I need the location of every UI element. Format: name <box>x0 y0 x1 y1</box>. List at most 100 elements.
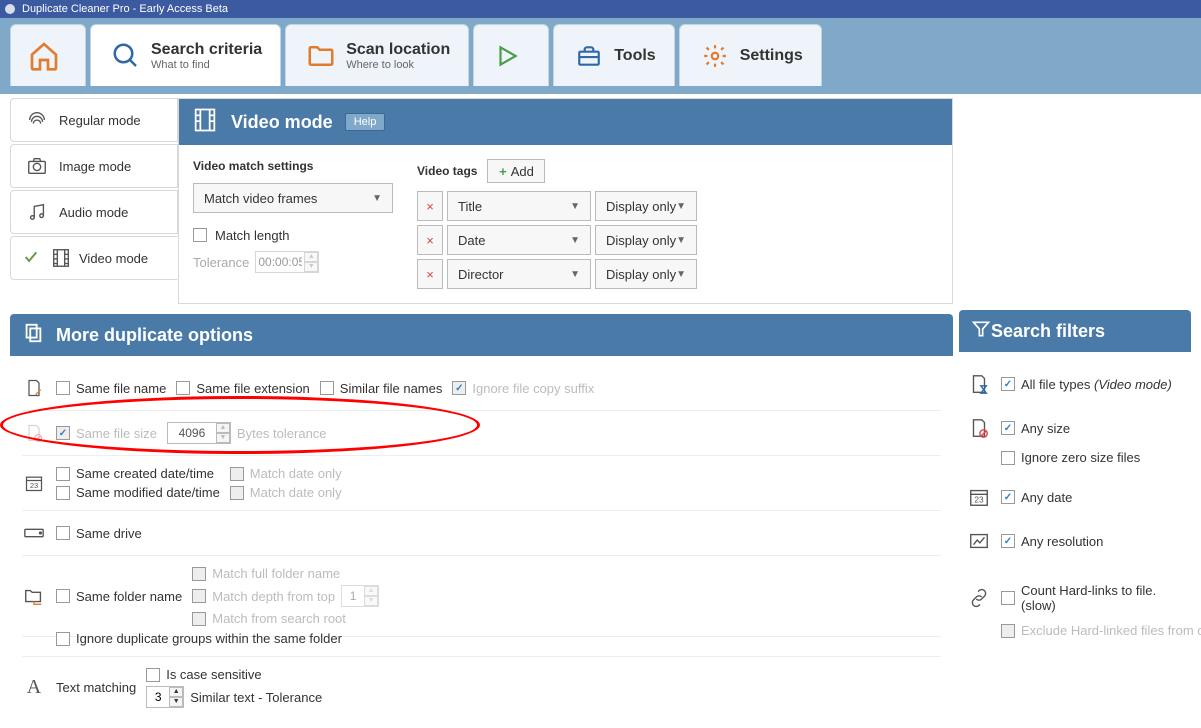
tab-scan-location[interactable]: Scan location Where to look <box>285 24 469 86</box>
tag-title-dropdown[interactable]: Title ▼ <box>447 191 591 221</box>
tag-date-dropdown[interactable]: Date▼ <box>447 225 591 255</box>
tab-play[interactable] <box>473 24 549 86</box>
text-matching-label: Text matching <box>56 680 136 695</box>
is-case-checkbox[interactable] <box>146 668 160 682</box>
similar-names-checkbox[interactable] <box>320 381 334 395</box>
tolerance-input[interactable] <box>256 253 304 271</box>
match-dropdown-value: Match video frames <box>204 191 317 206</box>
tab-search-criteria[interactable]: Search criteria What to find <box>90 24 281 86</box>
app-icon <box>4 3 16 15</box>
mode-tab-regular[interactable]: Regular mode <box>10 98 178 142</box>
same-file-size-checkbox <box>56 426 70 440</box>
date-filter-icon: 23 <box>967 485 991 509</box>
link-icon <box>967 586 991 610</box>
mode-image-label: Image mode <box>59 159 131 174</box>
same-file-name-checkbox[interactable] <box>56 381 70 395</box>
same-drive-label: Same drive <box>76 526 142 541</box>
tab-tools[interactable]: Tools <box>553 24 674 86</box>
camera-icon <box>23 154 51 178</box>
plus-icon: + <box>499 164 507 179</box>
search-filters-header: Search filters <box>959 310 1191 352</box>
same-file-size-label: Same file size <box>76 426 157 441</box>
all-filetypes-label: All file types <box>1021 377 1090 392</box>
tag-title-value: Title <box>458 199 482 214</box>
remove-tag-date[interactable]: × <box>417 225 443 255</box>
match-full-folder-label: Match full folder name <box>212 566 340 581</box>
match-date-only1-checkbox <box>230 467 244 481</box>
tolerance-down[interactable]: ▼ <box>304 262 318 272</box>
match-length-checkbox[interactable] <box>193 228 207 242</box>
mode-tab-video[interactable]: Video mode <box>10 236 178 280</box>
drive-icon <box>22 521 46 545</box>
chevron-down-icon: ▼ <box>570 201 580 212</box>
window-title: Duplicate Cleaner Pro - Early Access Bet… <box>22 3 228 15</box>
chevron-down-icon: ▼ <box>372 193 382 204</box>
tag-title-display-dropdown[interactable]: Display only▼ <box>595 191 697 221</box>
add-tag-button[interactable]: + Add <box>487 159 545 183</box>
similar-names-label: Similar file names <box>340 381 443 396</box>
ignore-dup-groups-label: Ignore duplicate groups within the same … <box>76 631 342 646</box>
check-icon <box>23 249 39 268</box>
sim-up[interactable]: ▲ <box>169 687 183 697</box>
tab-settings[interactable]: Settings <box>679 24 822 86</box>
same-folder-checkbox[interactable] <box>56 589 70 603</box>
tag-director-display-value: Display only <box>606 267 676 282</box>
sim-tol-input[interactable] <box>147 688 169 706</box>
exclude-hardlinks-checkbox <box>1001 624 1015 638</box>
any-resolution-checkbox[interactable] <box>1001 534 1015 548</box>
magnifier-icon <box>109 39 143 73</box>
toolbox-icon <box>572 39 606 73</box>
tab-home[interactable] <box>10 24 86 86</box>
video-tags-label: Video tags <box>417 164 477 178</box>
match-video-frames-dropdown[interactable]: Match video frames ▼ <box>193 183 393 213</box>
ignore-copy-suffix-label: Ignore file copy suffix <box>472 381 594 396</box>
tag-date-display-value: Display only <box>606 233 676 248</box>
count-hardlinks-label: Count Hard-links to file. (slow) <box>1021 583 1183 613</box>
all-filetypes-mode: (Video mode) <box>1094 377 1172 392</box>
tag-director-display-dropdown[interactable]: Display only▼ <box>595 259 697 289</box>
any-date-checkbox[interactable] <box>1001 490 1015 504</box>
funnel-icon <box>971 319 991 344</box>
depth-input <box>342 587 364 605</box>
file-edit-icon <box>22 376 46 400</box>
same-created-checkbox[interactable] <box>56 467 70 481</box>
remove-tag-title[interactable]: × <box>417 191 443 221</box>
chevron-down-icon: ▼ <box>570 269 580 280</box>
same-created-label: Same created date/time <box>76 466 214 481</box>
any-resolution-label: Any resolution <box>1021 534 1103 549</box>
filetypes-icon <box>967 372 991 396</box>
tab-search-sub: What to find <box>151 59 262 71</box>
ignore-zero-label: Ignore zero size files <box>1021 450 1140 465</box>
resolution-icon <box>967 529 991 553</box>
tab-search-title: Search criteria <box>151 41 262 59</box>
tag-director-dropdown[interactable]: Director▼ <box>447 259 591 289</box>
mode-tab-audio[interactable]: Audio mode <box>10 190 178 234</box>
match-date-only2-label: Match date only <box>250 485 342 500</box>
count-hardlinks-checkbox[interactable] <box>1001 591 1015 605</box>
same-modified-checkbox[interactable] <box>56 486 70 500</box>
same-ext-checkbox[interactable] <box>176 381 190 395</box>
sim-down[interactable]: ▼ <box>169 697 183 707</box>
any-size-checkbox[interactable] <box>1001 421 1015 435</box>
match-search-root-label: Match from search root <box>212 611 346 626</box>
all-filetypes-checkbox[interactable] <box>1001 377 1015 391</box>
folder-tree-icon <box>22 584 46 608</box>
ignore-dup-groups-checkbox[interactable] <box>56 632 70 646</box>
tag-date-display-dropdown[interactable]: Display only▼ <box>595 225 697 255</box>
match-full-folder-checkbox <box>192 567 206 581</box>
calendar-icon: 23 <box>22 471 46 495</box>
ignore-copy-suffix-checkbox <box>452 381 466 395</box>
tolerance-label: Tolerance <box>193 255 249 270</box>
remove-tag-director[interactable]: × <box>417 259 443 289</box>
match-search-root-checkbox <box>192 612 206 626</box>
options-title: More duplicate options <box>56 325 253 346</box>
mode-tab-image[interactable]: Image mode <box>10 144 178 188</box>
home-icon <box>27 39 61 73</box>
tolerance-up[interactable]: ▲ <box>304 252 318 262</box>
ignore-zero-checkbox[interactable] <box>1001 451 1015 465</box>
same-drive-checkbox[interactable] <box>56 526 70 540</box>
size-filter-icon <box>967 416 991 440</box>
help-button[interactable]: Help <box>345 113 386 131</box>
match-date-only1-label: Match date only <box>250 466 342 481</box>
header-band: Search criteria What to find Scan locati… <box>0 18 1201 94</box>
